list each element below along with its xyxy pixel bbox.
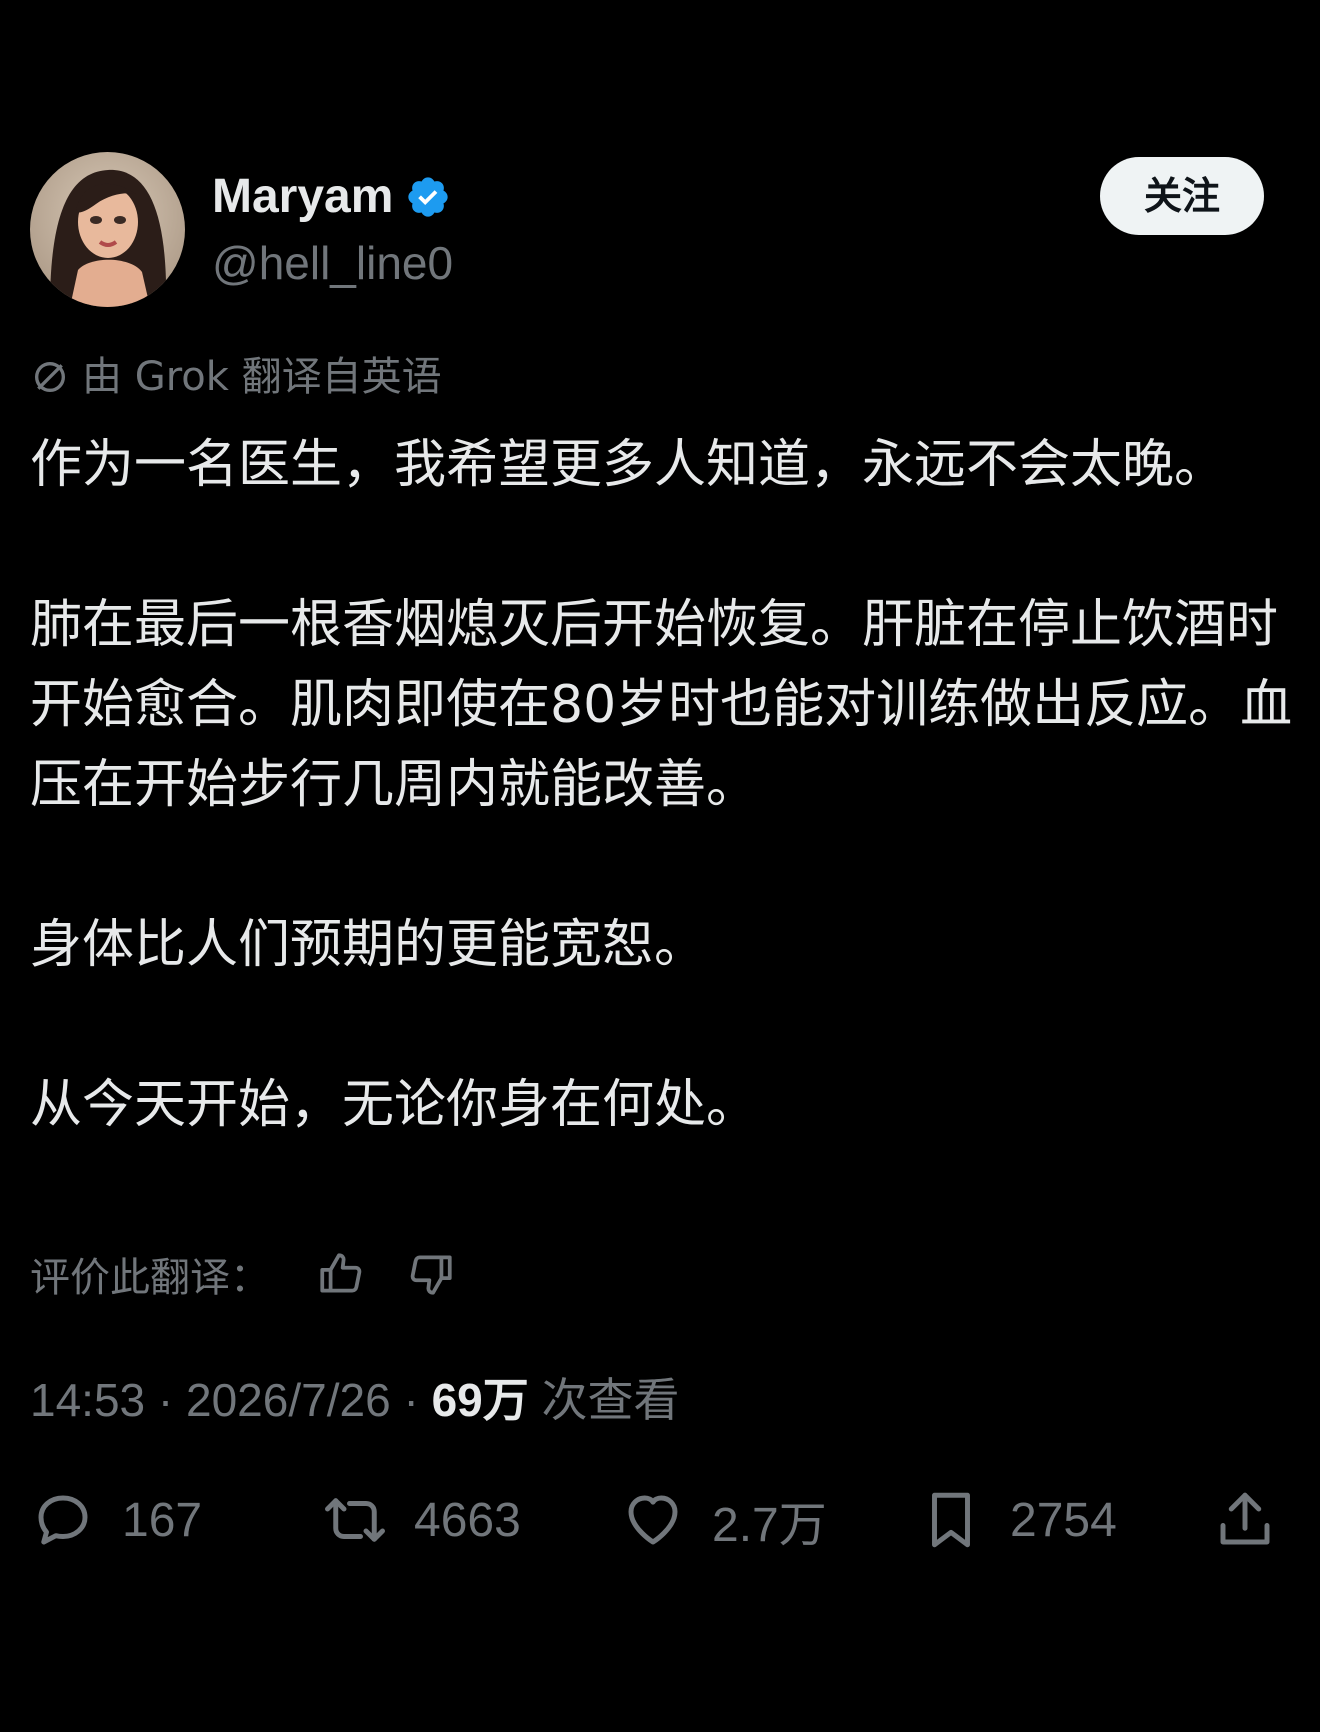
tweet-meta: 14:53 · 2026/7/26 · 69万 次查看 xyxy=(30,1370,680,1430)
translation-note-text: 由 Grok 翻译自英语 xyxy=(82,354,442,400)
verified-badge-icon xyxy=(408,177,449,217)
avatar[interactable] xyxy=(30,152,185,307)
author-handle[interactable]: @hell_line0 xyxy=(212,235,453,291)
thumbs-down-icon[interactable] xyxy=(406,1249,456,1299)
rate-translation: 评价此翻译： xyxy=(30,1247,456,1301)
like-count: 2.7万 xyxy=(712,1499,827,1552)
like-icon xyxy=(628,1495,678,1545)
tweet-date[interactable]: 2026/7/26 xyxy=(186,1374,391,1426)
bookmark-button[interactable]: 2754 xyxy=(918,1480,1117,1560)
views-label: 次查看 xyxy=(528,1374,680,1426)
rate-translation-label: 评价此翻译： xyxy=(30,1255,270,1301)
reply-count: 167 xyxy=(122,1493,203,1547)
repost-icon xyxy=(325,1498,385,1542)
meta-separator: · xyxy=(403,1374,419,1426)
tweet-time[interactable]: 14:53 xyxy=(30,1374,145,1426)
thumbs-up-icon[interactable] xyxy=(316,1249,366,1299)
bookmark-count: 2754 xyxy=(1010,1493,1117,1547)
views-count: 69万 xyxy=(431,1374,529,1426)
share-icon xyxy=(1220,1492,1270,1545)
action-bar: 167 4663 2.7万 2754 xyxy=(0,1480,1320,1560)
reply-icon xyxy=(38,1495,88,1545)
display-name[interactable]: Maryam xyxy=(212,168,451,226)
bookmark-icon xyxy=(932,1492,970,1548)
display-name-text: Maryam xyxy=(212,170,394,223)
like-button[interactable]: 2.7万 xyxy=(620,1480,827,1560)
share-button[interactable] xyxy=(1212,1480,1278,1560)
follow-button[interactable]: 关注 xyxy=(1100,157,1264,235)
tweet-text: 作为一名医生，我希望更多人知道，永远不会太晚。 肺在最后一根香烟熄灭后开始恢复。… xyxy=(30,435,1293,1135)
repost-count: 4663 xyxy=(414,1493,521,1547)
repost-button[interactable]: 4663 xyxy=(322,1480,521,1560)
translate-icon xyxy=(35,362,65,392)
reply-button[interactable]: 167 xyxy=(30,1480,202,1560)
translation-note[interactable]: 由 Grok 翻译自英语 xyxy=(30,352,442,402)
meta-separator: · xyxy=(157,1374,174,1426)
